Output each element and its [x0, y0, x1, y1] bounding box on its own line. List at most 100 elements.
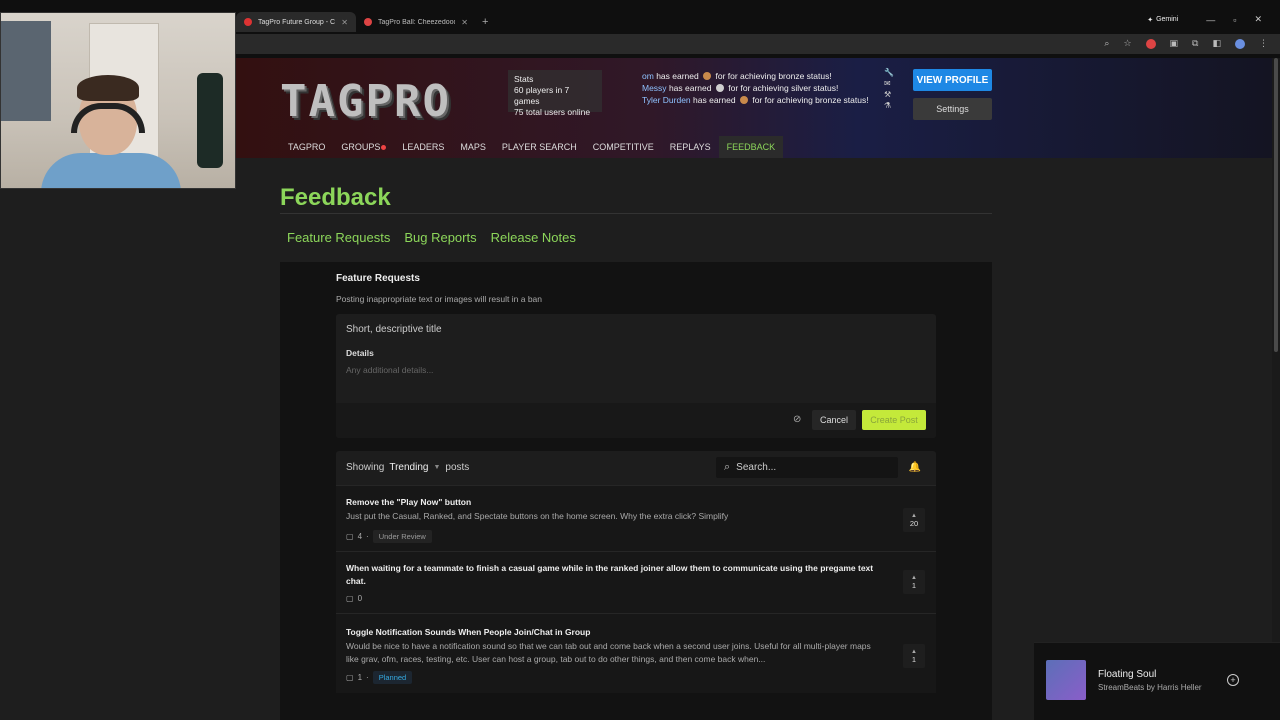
subnav-release-notes[interactable]: Release Notes: [491, 230, 576, 245]
sort-dropdown[interactable]: Trending: [389, 462, 428, 473]
nav-competitive[interactable]: COMPETITIVE: [585, 136, 662, 158]
tab-tagpro-group[interactable]: TagPro Future Group - Comm ✕: [236, 12, 356, 32]
close-window-icon[interactable]: ✕: [1254, 14, 1262, 25]
nav-groups-label: GROUPS: [341, 142, 381, 152]
settings-button[interactable]: Settings: [913, 98, 992, 120]
stats-players: 60 players in 7 games: [514, 85, 570, 106]
details-input[interactable]: Any additional details...: [346, 365, 433, 375]
board-title: Feature Requests: [336, 273, 420, 284]
achievement-text: has earned: [668, 83, 712, 93]
comment-count: 0: [357, 594, 363, 603]
post-title-input[interactable]: Short, descriptive title: [346, 324, 442, 335]
add-icon[interactable]: +: [1227, 674, 1239, 686]
feedback-subnav: Feature Requests Bug Reports Release Not…: [287, 230, 576, 245]
create-post-button[interactable]: Create Post: [862, 410, 926, 430]
separator: ·: [366, 673, 369, 682]
close-tab-icon[interactable]: ✕: [341, 18, 348, 27]
tab-strip: TagPro Future Group - Comm ✕ TagPro Ball…: [236, 12, 1280, 32]
nav-replays[interactable]: REPLAYS: [662, 136, 719, 158]
tagpro-logo[interactable]: TAGPRO: [280, 76, 451, 127]
attachment-icon[interactable]: ⊘: [793, 414, 801, 425]
post-title[interactable]: When waiting for a teammate to finish a …: [346, 562, 886, 588]
minimize-icon[interactable]: —: [1206, 15, 1215, 25]
bookmark-star-icon[interactable]: ☆: [1123, 38, 1131, 49]
maximize-icon[interactable]: ▫: [1233, 15, 1236, 25]
tab-title: TagPro Ball: Cheezedoodle: [378, 18, 456, 26]
comment-icon: ▢: [346, 673, 354, 682]
puzzle-icon[interactable]: ⧉: [1192, 38, 1198, 49]
achievement-text: has earned: [656, 71, 699, 81]
view-profile-button[interactable]: VIEW PROFILE: [913, 69, 992, 91]
tagpro-favicon-icon: [244, 18, 252, 26]
subnav-bug-reports[interactable]: Bug Reports: [404, 230, 476, 245]
stats-title: Stats: [514, 74, 534, 84]
player-link[interactable]: Messy: [642, 83, 667, 93]
inbox-icon[interactable]: ✉: [884, 79, 894, 88]
player-link[interactable]: Tyler Durden: [642, 95, 691, 105]
tab-title: TagPro Future Group - Comm: [258, 18, 336, 26]
nav-groups[interactable]: GROUPS: [333, 136, 394, 158]
post-body: Just put the Casual, Ranked, and Spectat…: [346, 511, 729, 521]
wall-poster: [1, 21, 51, 121]
post-body: Would be nice to have a notification sou…: [346, 641, 871, 664]
wrench-icon[interactable]: 🔧: [884, 68, 894, 77]
sidepanel-icon[interactable]: ◧: [1212, 38, 1221, 49]
upvote-button[interactable]: ▲ 1: [903, 570, 925, 594]
nav-feedback[interactable]: FEEDBACK: [718, 136, 784, 158]
album-art: [1046, 660, 1086, 700]
divider: [280, 213, 992, 214]
tools-icon[interactable]: ⚒: [884, 90, 894, 99]
search-input[interactable]: Search...: [736, 462, 776, 473]
player-link[interactable]: om: [642, 71, 654, 81]
list-item[interactable]: When waiting for a teammate to finish a …: [336, 551, 936, 613]
extension-icon[interactable]: ▣: [1170, 38, 1179, 49]
toolbar: ⌕ ☆ ▣ ⧉ ◧ ⋮: [236, 34, 1280, 54]
song-title: Floating Soul: [1098, 669, 1157, 680]
nav-leaders[interactable]: LEADERS: [394, 136, 452, 158]
nav-tagpro[interactable]: TAGPRO: [280, 136, 333, 158]
post-title[interactable]: Toggle Notification Sounds When People J…: [346, 626, 886, 639]
window-controls: ✦ Gemini — ▫ ✕: [1147, 14, 1262, 25]
close-tab-icon[interactable]: ✕: [461, 18, 468, 27]
comment-icon: ▢: [346, 594, 354, 603]
vote-count: 1: [911, 655, 917, 664]
search-box[interactable]: ⌕ Search...: [716, 457, 898, 478]
achievement-row: om has earned for for achieving bronze s…: [642, 70, 869, 82]
achievement-row: Tyler Durden has earned for for achievin…: [642, 94, 869, 106]
page-scrollbar[interactable]: [1272, 58, 1280, 720]
extension-red-icon[interactable]: [1145, 38, 1156, 49]
profile-avatar-icon[interactable]: [1235, 38, 1245, 49]
nav-player-search[interactable]: PLAYER SEARCH: [494, 136, 585, 158]
gemini-button[interactable]: ✦ Gemini: [1147, 16, 1178, 24]
achievement-text: has earned: [693, 95, 736, 105]
scrollbar-thumb[interactable]: [1274, 58, 1278, 352]
status-badge: Planned: [372, 671, 413, 684]
tab-tagpro-ball[interactable]: TagPro Ball: Cheezedoodle ✕: [356, 12, 476, 32]
sort-control: Showing Trending ▼ posts: [346, 462, 469, 473]
upvote-button[interactable]: ▲ 1: [903, 644, 925, 668]
list-item[interactable]: Toggle Notification Sounds When People J…: [336, 613, 936, 693]
achievement-row: Messy has earned for for achieving silve…: [642, 82, 869, 94]
new-tab-icon[interactable]: +: [482, 16, 488, 28]
zoom-icon[interactable]: ⌕: [1104, 38, 1109, 49]
chevron-down-icon[interactable]: ▼: [433, 464, 440, 471]
tagpro-favicon-icon: [364, 18, 372, 26]
post-title[interactable]: Remove the "Play Now" button: [346, 496, 886, 509]
song-artist: StreamBeats by Harris Heller: [1098, 683, 1202, 692]
bronze-medal-icon: [703, 72, 712, 80]
achievement-tail: for for achieving bronze status!: [715, 71, 832, 81]
nav-maps[interactable]: MAPS: [452, 136, 494, 158]
menu-dots-icon[interactable]: ⋮: [1259, 38, 1268, 49]
subnav-feature-requests[interactable]: Feature Requests: [287, 230, 390, 245]
main-nav: TAGPRO GROUPS LEADERS MAPS PLAYER SEARCH…: [280, 136, 784, 158]
cancel-button[interactable]: Cancel: [812, 410, 856, 430]
notification-dot-icon: [381, 144, 387, 150]
list-item[interactable]: Remove the "Play Now" button Just put th…: [336, 485, 936, 551]
upvote-button[interactable]: ▲ 20: [903, 508, 925, 532]
posts-label: posts: [445, 462, 470, 473]
flask-icon[interactable]: ⚗: [884, 101, 894, 110]
bell-icon[interactable]: 🔔: [904, 457, 926, 478]
comment-icon: ▢: [346, 532, 354, 541]
achievement-tail: for for achieving bronze status!: [752, 95, 869, 105]
vote-count: 1: [911, 581, 917, 590]
